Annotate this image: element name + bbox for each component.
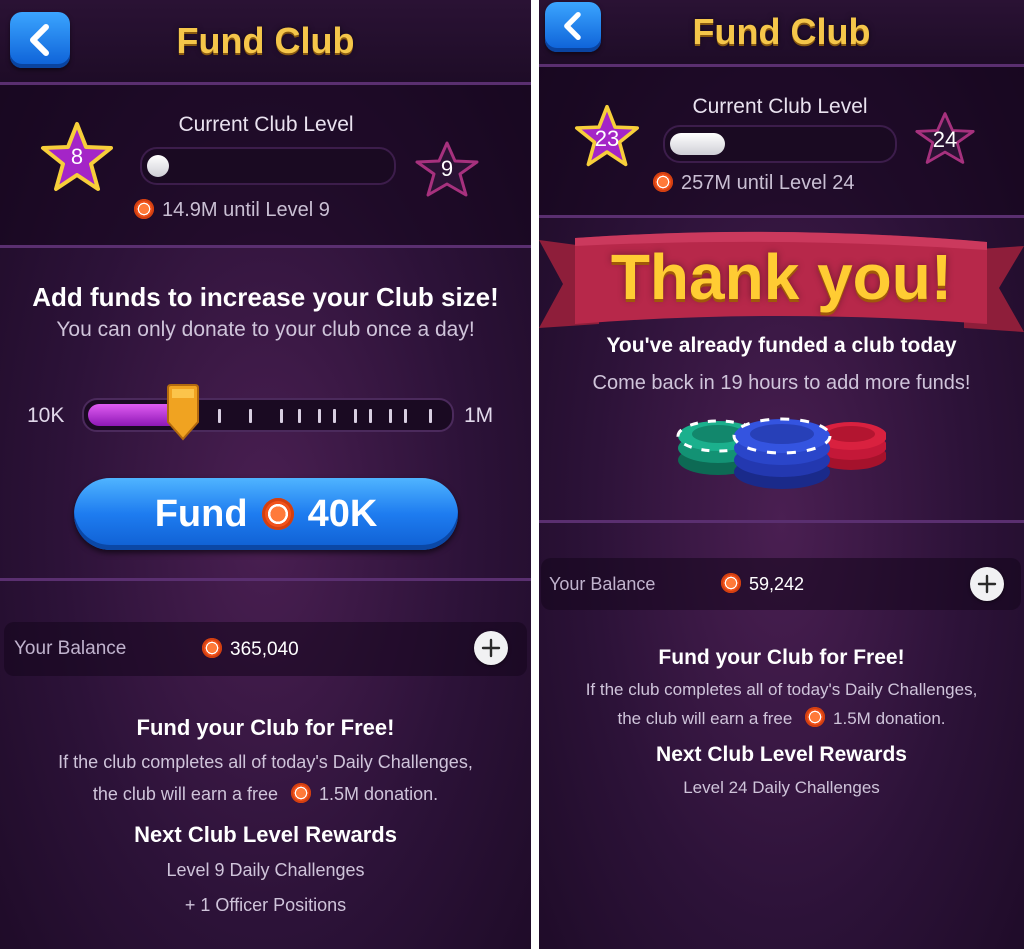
fund-button-content: Fund 40K [154,493,378,535]
balance-value: 365,040 [202,638,299,661]
level-progress-fill [147,155,169,177]
add-funds-subtitle: You can only donate to your club once a … [56,318,475,341]
page-title: Fund Club [176,20,355,61]
fund-button[interactable]: Fund 40K [74,478,458,550]
level-progress-fill [670,133,725,155]
current-club-level-label: Current Club Level [692,95,868,118]
until-next-level: 257M until Level 24 [653,172,854,195]
rewards-title: Next Club Level Rewards [134,822,397,847]
divider [0,578,531,581]
current-level-star: 8 [40,121,114,193]
next-level-number: 24 [932,127,958,152]
plus-icon [481,638,501,658]
poker-chip-icon [805,707,826,727]
slider-tick [389,409,392,423]
fund-club-screen-left: Fund Club 8 Current Club Level 9 14.9M u… [0,0,531,949]
balance-bar: Your Balance 59,242 [541,558,1021,610]
slider-tick [298,409,301,423]
divider [539,520,1024,523]
add-funds-title: Add funds to increase your Club size! [32,282,499,312]
slider-tick [354,409,357,423]
level-progress-bar [663,125,897,163]
current-level-number: 23 [594,126,620,151]
slider-min-label: 10K [27,404,65,427]
slider-tick [280,409,283,423]
fund-amount-slider[interactable] [82,398,454,432]
reward-item: Level 9 Daily Challenges [166,860,365,880]
poker-chip-icon [202,638,222,658]
level-progress-bar [140,147,396,185]
header: Fund Club [539,0,1024,67]
slider-tick [333,409,336,423]
poker-chip-icon [721,573,741,593]
fund-club-screen-right: Fund Club 23 Current Club Level 24 257M … [539,0,1024,949]
slider-handle[interactable] [165,384,201,442]
slider-tick [404,409,407,423]
until-next-level: 14.9M until Level 9 [134,199,330,222]
current-level-number: 8 [70,144,84,169]
come-back-text: Come back in 19 hours to add more funds! [592,372,971,394]
free-fund-line2: the club will earn a free 1.5M donation. [92,783,439,804]
slider-tick [249,409,252,423]
poker-chip-icon [653,172,673,192]
thank-you-title: Thank you! [610,241,953,313]
free-fund-title: Fund your Club for Free! [136,715,395,740]
free-fund-line2: the club will earn a free 1.5M donation. [617,707,946,728]
page-title: Fund Club [692,11,871,52]
poker-chip-icon [291,783,312,803]
next-level-number: 9 [440,156,454,181]
free-fund-line1: If the club completes all of today's Dai… [58,752,473,772]
free-fund-line1: If the club completes all of today's Dai… [585,680,978,699]
add-balance-button[interactable] [474,631,508,665]
poker-chip-icon [134,199,154,219]
poker-chips-stack-image [676,417,886,489]
club-level-panel: 8 Current Club Level 9 14.9M until Level… [0,85,531,248]
slider-max-label: 1M [464,404,494,427]
rewards-title: Next Club Level Rewards [656,743,907,766]
balance-label: Your Balance [549,574,656,594]
header: Fund Club [0,0,531,85]
slider-tick [318,409,321,423]
already-funded-text: You've already funded a club today [606,334,957,357]
slider-tick [429,409,432,423]
current-club-level-label: Current Club Level [178,113,354,136]
plus-icon [977,574,997,594]
reward-item: Level 24 Daily Challenges [683,778,880,797]
current-level-star: 23 [574,104,640,168]
balance-label: Your Balance [14,638,127,659]
slider-tick [369,409,372,423]
next-level-star: 24 [914,111,976,165]
reward-item: + 1 Officer Positions [184,895,347,915]
club-level-panel: 23 Current Club Level 24 257M until Leve… [539,67,1024,218]
poker-chip-icon [261,498,294,530]
next-level-star: 9 [414,141,480,197]
free-fund-title: Fund your Club for Free! [658,646,905,669]
add-balance-button[interactable] [970,567,1004,601]
balance-value: 59,242 [721,573,804,595]
slider-tick [218,409,221,423]
balance-bar: Your Balance 365,040 [4,622,527,676]
